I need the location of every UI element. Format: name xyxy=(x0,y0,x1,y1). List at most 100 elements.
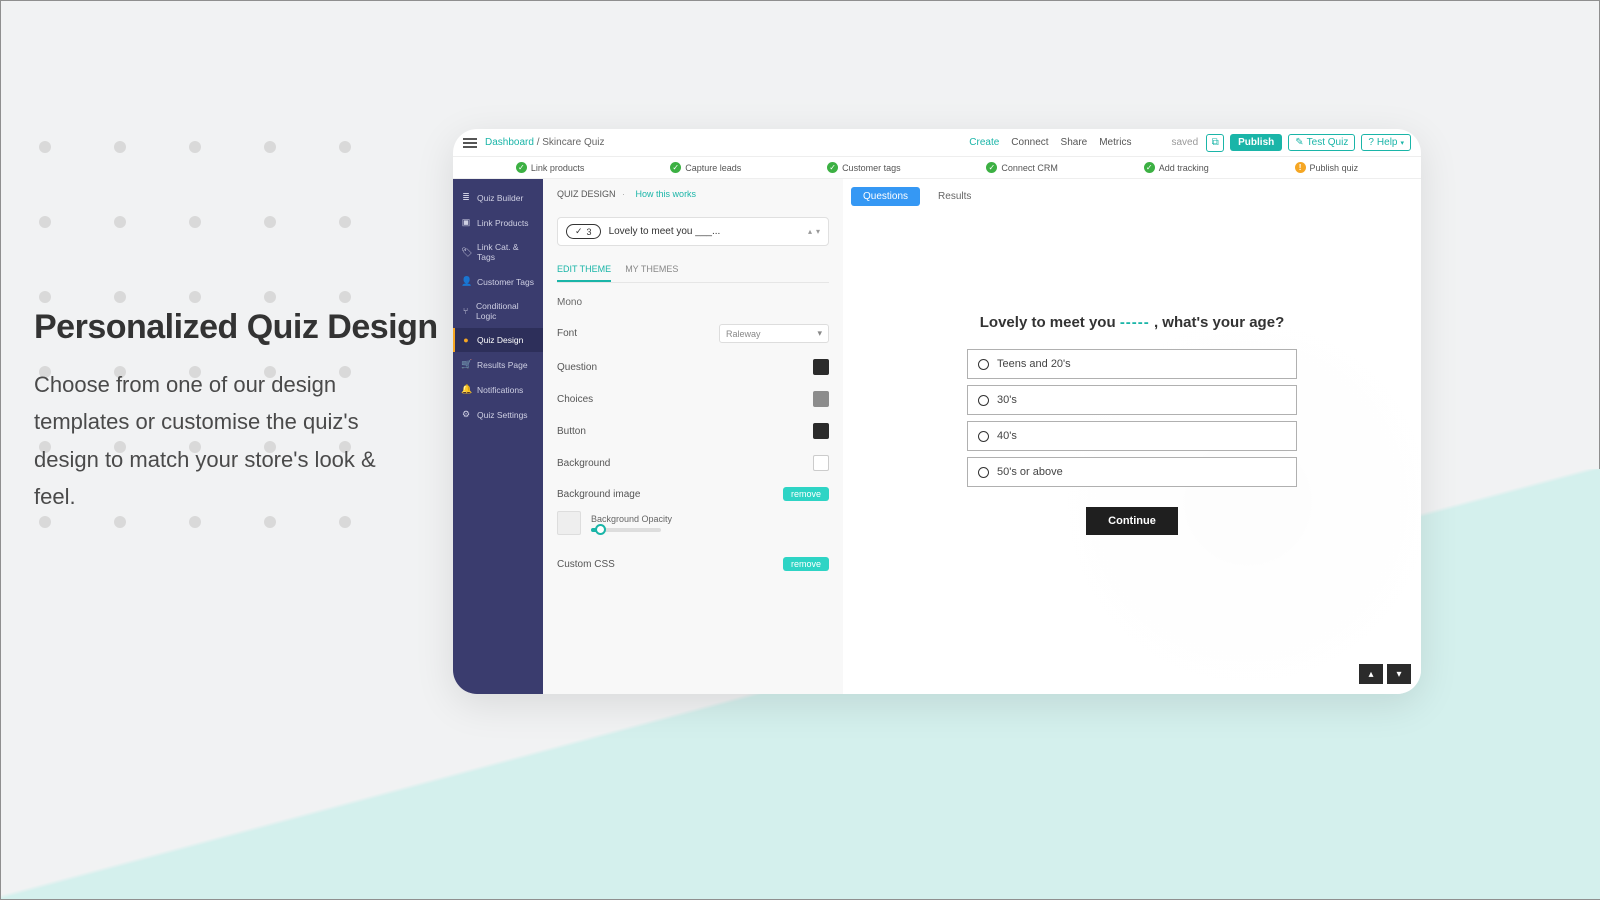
step-connect-crm[interactable]: ✓Connect CRM xyxy=(986,162,1058,173)
menu-icon[interactable] xyxy=(463,138,477,148)
marketing-slide: Personalized Quiz Design Choose from one… xyxy=(0,0,1600,900)
bell-icon: 🔔 xyxy=(461,384,471,395)
question-nav: ▴ ▾ xyxy=(808,227,820,236)
app-window: Dashboard / Skincare Quiz Create Connect… xyxy=(453,129,1421,694)
step-publish-quiz[interactable]: !Publish quiz xyxy=(1295,162,1359,173)
question-badge: ✓3 xyxy=(566,224,601,239)
option-1[interactable]: Teens and 20's xyxy=(967,349,1297,379)
tab-metrics[interactable]: Metrics xyxy=(1099,137,1131,148)
remove-bgimage-button[interactable]: remove xyxy=(783,487,829,501)
opacity-slider[interactable]: Background Opacity xyxy=(591,514,829,532)
saved-label: saved xyxy=(1171,137,1198,148)
caret-up-icon[interactable]: ▴ xyxy=(808,227,812,236)
app-body: ≣Quiz Builder ▣Link Products 🏷Link Cat. … xyxy=(453,179,1421,694)
background-color-swatch[interactable] xyxy=(813,455,829,471)
topbar: Dashboard / Skincare Quiz Create Connect… xyxy=(453,129,1421,157)
background-color-row: Background xyxy=(557,455,829,471)
list-icon: ≣ xyxy=(461,192,471,203)
radio-icon xyxy=(978,359,989,370)
sidebar-item-customer-tags[interactable]: 👤Customer Tags xyxy=(453,269,543,294)
drop-icon: ● xyxy=(461,335,471,345)
help-button[interactable]: ?Help▾ xyxy=(1361,134,1411,151)
font-select[interactable]: Raleway▾ xyxy=(719,324,829,343)
breadcrumb-root[interactable]: Dashboard xyxy=(485,137,534,148)
step-link-products[interactable]: ✓Link products xyxy=(516,162,585,173)
preview-nav: ▴ ▾ xyxy=(1359,664,1411,684)
editor-heading: QUIZ DESIGN · How this works xyxy=(557,189,829,199)
warning-icon: ! xyxy=(1295,162,1306,173)
step-customer-tags[interactable]: ✓Customer tags xyxy=(827,162,901,173)
radio-icon xyxy=(978,431,989,442)
prev-question-button[interactable]: ▴ xyxy=(1359,664,1383,684)
cart-icon: 🛒 xyxy=(461,359,471,370)
gear-icon: ⚙ xyxy=(461,409,471,420)
sidebar-item-notifications[interactable]: 🔔Notifications xyxy=(453,377,543,402)
sidebar-item-settings[interactable]: ⚙Quiz Settings xyxy=(453,402,543,427)
remove-css-button[interactable]: remove xyxy=(783,557,829,571)
check-icon: ✓ xyxy=(986,162,997,173)
progress-steps: ✓Link products ✓Capture leads ✓Customer … xyxy=(453,157,1421,179)
check-icon: ✓ xyxy=(516,162,527,173)
briefcase-icon: ▣ xyxy=(461,217,471,228)
tag-icon: 🏷 xyxy=(461,247,471,258)
question-color-swatch[interactable] xyxy=(813,359,829,375)
sidebar-item-quiz-builder[interactable]: ≣Quiz Builder xyxy=(453,185,543,210)
sidebar: ≣Quiz Builder ▣Link Products 🏷Link Cat. … xyxy=(453,179,543,694)
chevron-down-icon: ▾ xyxy=(817,328,822,339)
publish-button[interactable]: Publish xyxy=(1230,134,1282,151)
tab-connect[interactable]: Connect xyxy=(1011,137,1048,148)
continue-button[interactable]: Continue xyxy=(1086,507,1178,535)
breadcrumb-leaf: Skincare Quiz xyxy=(542,137,604,148)
feature-title: Personalized Quiz Design xyxy=(34,308,438,347)
custom-css-row: Custom CSS remove xyxy=(557,557,829,571)
question-color-row: Question xyxy=(557,359,829,375)
how-this-works-link[interactable]: How this works xyxy=(636,189,697,199)
bgimage-controls: Background Opacity xyxy=(557,511,829,535)
breadcrumb: Dashboard / Skincare Quiz xyxy=(485,137,605,148)
top-tabs: Create Connect Share Metrics xyxy=(969,137,1131,148)
preview-body: Lovely to meet you ----- , what's your a… xyxy=(843,214,1421,694)
topbar-actions: saved ⧉ Publish ✎Test Quiz ?Help▾ xyxy=(1171,134,1411,152)
sidebar-item-quiz-design[interactable]: ●Quiz Design xyxy=(453,328,543,352)
user-icon: 👤 xyxy=(461,276,471,287)
preview-tab-questions[interactable]: Questions xyxy=(851,187,920,206)
sidebar-item-link-products[interactable]: ▣Link Products xyxy=(453,210,543,235)
caret-down-icon[interactable]: ▾ xyxy=(816,227,820,236)
theme-name: Mono xyxy=(557,297,829,308)
preview-tab-results[interactable]: Results xyxy=(926,187,983,206)
tab-create[interactable]: Create xyxy=(969,137,999,148)
theme-tabs: EDIT THEME MY THEMES xyxy=(557,264,829,283)
preview-tabs: Questions Results xyxy=(843,179,1421,214)
test-quiz-button[interactable]: ✎Test Quiz xyxy=(1288,134,1355,151)
choices-color-swatch[interactable] xyxy=(813,391,829,407)
bgimage-row: Background image remove xyxy=(557,487,829,501)
option-3[interactable]: 40's xyxy=(967,421,1297,451)
step-capture-leads[interactable]: ✓Capture leads xyxy=(670,162,741,173)
option-4[interactable]: 50's or above xyxy=(967,457,1297,487)
button-color-swatch[interactable] xyxy=(813,423,829,439)
question-preview-text: Lovely to meet you ___... xyxy=(609,226,721,237)
question-title: Lovely to meet you ----- , what's your a… xyxy=(980,314,1284,331)
check-icon: ✓ xyxy=(670,162,681,173)
tab-edit-theme[interactable]: EDIT THEME xyxy=(557,264,611,282)
choices-color-row: Choices xyxy=(557,391,829,407)
design-editor: QUIZ DESIGN · How this works ✓3 Lovely t… xyxy=(543,179,843,694)
step-add-tracking[interactable]: ✓Add tracking xyxy=(1144,162,1209,173)
question-selector[interactable]: ✓3 Lovely to meet you ___... ▴ ▾ xyxy=(557,217,829,246)
quiz-preview: Questions Results Lovely to meet you ---… xyxy=(843,179,1421,694)
branch-icon: ⑂ xyxy=(461,306,470,316)
radio-icon xyxy=(978,467,989,478)
copy-button[interactable]: ⧉ xyxy=(1206,134,1224,152)
next-question-button[interactable]: ▾ xyxy=(1387,664,1411,684)
feature-description: Choose from one of our design templates … xyxy=(34,366,414,516)
sidebar-item-link-cat[interactable]: 🏷Link Cat. & Tags xyxy=(453,235,543,269)
sidebar-item-results[interactable]: 🛒Results Page xyxy=(453,352,543,377)
font-row: Font Raleway▾ xyxy=(557,324,829,343)
radio-icon xyxy=(978,395,989,406)
button-color-row: Button xyxy=(557,423,829,439)
sidebar-item-conditional[interactable]: ⑂Conditional Logic xyxy=(453,294,543,328)
tab-my-themes[interactable]: MY THEMES xyxy=(625,264,678,282)
tab-share[interactable]: Share xyxy=(1061,137,1088,148)
bgimage-thumbnail[interactable] xyxy=(557,511,581,535)
option-2[interactable]: 30's xyxy=(967,385,1297,415)
